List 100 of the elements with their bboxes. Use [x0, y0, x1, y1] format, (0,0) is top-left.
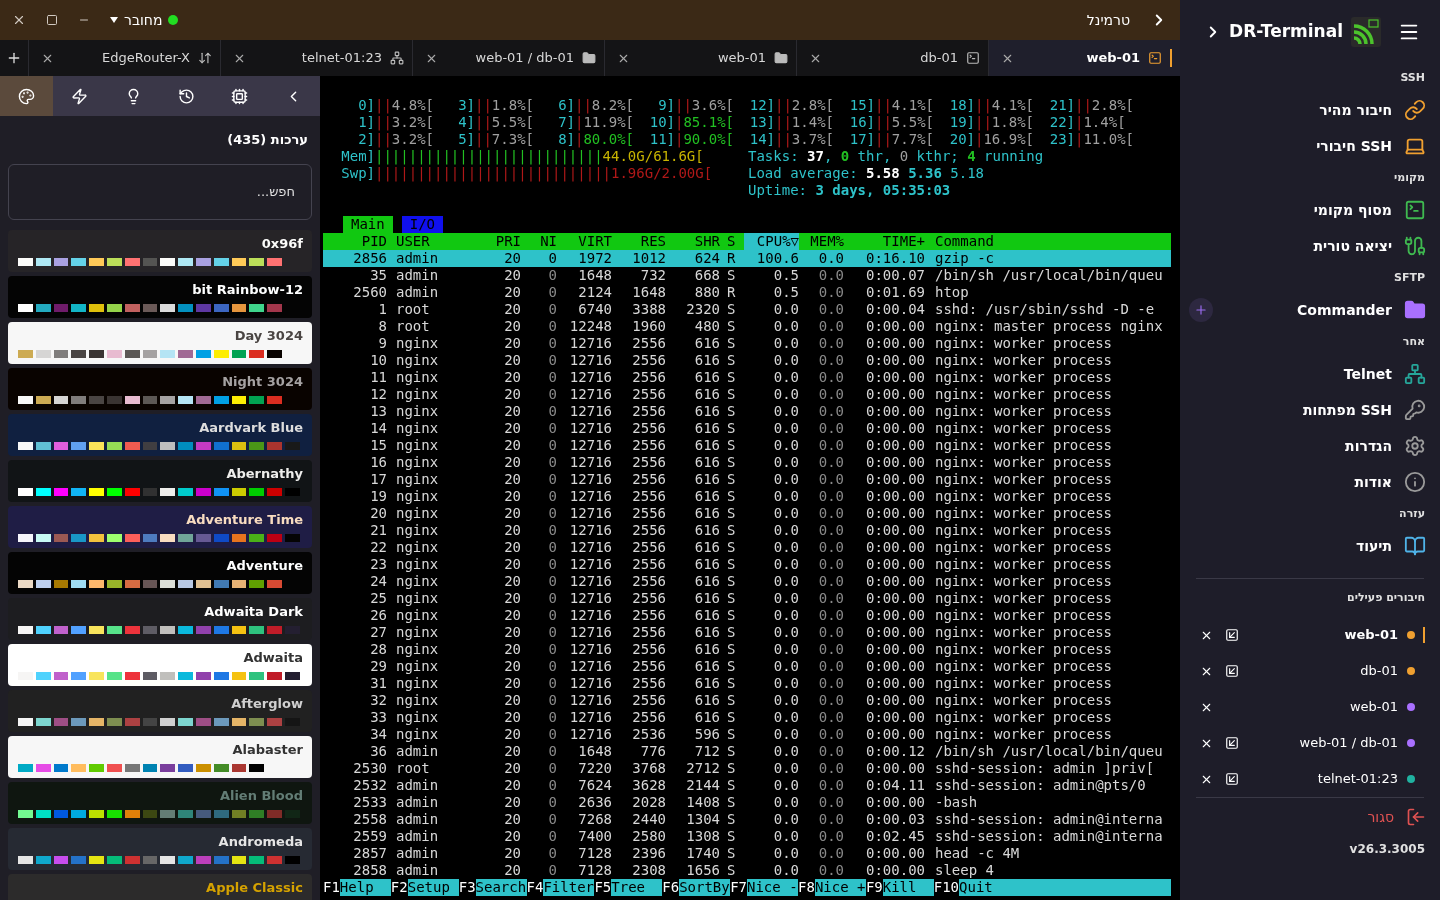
menu-item[interactable]: מסוף מקומי: [1313, 199, 1426, 221]
detach-icon[interactable]: [1225, 772, 1239, 786]
function-label[interactable]: Help: [339, 879, 391, 896]
process-row[interactable]: 35 admin 20 0 1648 732 668 S 0.5 0.0 0:00.07 /bin/sh /usr/local/bin/queu: [323, 267, 1171, 284]
add-icon[interactable]: [6, 50, 22, 66]
theme-card[interactable]: bit Rainbow-12: [8, 275, 312, 318]
menu-item[interactable]: Telnet: [1343, 363, 1426, 385]
status-dropdown[interactable]: מחובר: [110, 9, 179, 31]
column-heading[interactable]: PID: [323, 233, 387, 250]
process-row[interactable]: 26 nginx 20 0 12716 2556 616 S 0.0 0.0 0:00.00 nginx: worker process: [323, 607, 1171, 624]
theme-card[interactable]: Alabaster: [8, 735, 312, 778]
process-row[interactable]: 15 nginx 20 0 12716 2556 616 S 0.0 0.0 0:00.00 nginx: worker process: [323, 437, 1171, 454]
theme-card[interactable]: Adwaita Dark: [8, 597, 312, 640]
process-row[interactable]: 32 nginx 20 0 12716 2556 616 S 0.0 0.0 0:00.00 nginx: worker process: [323, 692, 1171, 709]
process-row[interactable]: 2559 admin 20 0 7400 2580 1308 S 0.0 0.0 0:02.45 sshd-session: admin@interna: [323, 828, 1171, 845]
toolbar-button[interactable]: [0, 76, 54, 116]
process-row[interactable]: 28 nginx 20 0 12716 2556 616 S 0.0 0.0 0:00.00 nginx: worker process: [323, 641, 1171, 658]
process-row[interactable]: 2533 admin 20 0 2636 2028 1408 S 0.0 0.0 0:00.00 -bash: [323, 794, 1171, 811]
theme-card[interactable]: Adventure: [8, 551, 312, 594]
function-label[interactable]: SortBy: [679, 879, 731, 896]
function-label[interactable]: Setup: [407, 879, 459, 896]
function-label[interactable]: Filter: [543, 879, 595, 896]
process-row[interactable]: 9 nginx 20 0 12716 2556 616 S 0.0 0.0 0:00.00 nginx: worker process: [323, 335, 1171, 352]
menu-item[interactable]: הגדרות: [1345, 435, 1426, 457]
process-row[interactable]: 22 nginx 20 0 12716 2556 616 S 0.0 0.0 0:00.00 nginx: worker process: [323, 539, 1171, 556]
connection-item[interactable]: web-01 / db-01: [1180, 725, 1440, 761]
theme-card[interactable]: Andromeda: [8, 827, 312, 870]
process-row[interactable]: 13 nginx 20 0 12716 2556 616 S 0.0 0.0 0:00.00 nginx: worker process: [323, 403, 1171, 420]
menu-item[interactable]: אודות: [1354, 471, 1426, 493]
column-heading[interactable]: TIME+: [844, 233, 925, 250]
connection-item[interactable]: web-01: [1180, 689, 1440, 725]
process-row[interactable]: 17 nginx 20 0 12716 2556 616 S 0.0 0.0 0:00.00 nginx: worker process: [323, 471, 1171, 488]
add-button[interactable]: [1189, 298, 1213, 322]
connection-item[interactable]: telnet-01:23: [1180, 761, 1440, 797]
theme-card[interactable]: Night 3024: [8, 367, 312, 410]
process-row[interactable]: 10 nginx 20 0 12716 2556 616 S 0.0 0.0 0:00.00 nginx: worker process: [323, 352, 1171, 369]
theme-card[interactable]: Afterglow: [8, 689, 312, 732]
theme-card[interactable]: Adwaita: [8, 643, 312, 686]
process-row[interactable]: 19 nginx 20 0 12716 2556 616 S 0.0 0.0 0:00.00 nginx: worker process: [323, 488, 1171, 505]
column-heading[interactable]: VIRT: [557, 233, 612, 250]
maximize-icon[interactable]: [46, 14, 58, 26]
process-row[interactable]: 2560 admin 20 0 2124 1648 880 R 0.5 0.0 0:01.69 htop: [323, 284, 1171, 301]
function-label[interactable]: Nice -: [747, 879, 798, 896]
menu-item[interactable]: Commander: [1297, 299, 1426, 321]
theme-card[interactable]: Alien Blood: [8, 781, 312, 824]
process-row[interactable]: 11 nginx 20 0 12716 2556 616 S 0.0 0.0 0:00.00 nginx: worker process: [323, 369, 1171, 386]
process-row[interactable]: 31 nginx 20 0 12716 2556 616 S 0.0 0.0 0:00.00 nginx: worker process: [323, 675, 1171, 692]
process-row[interactable]: 20 nginx 20 0 12716 2556 616 S 0.0 0.0 0:00.00 nginx: worker process: [323, 505, 1171, 522]
process-row[interactable]: 1 root 20 0 6740 3388 2320 S 0.0 0.0 0:00.04 sshd: /usr/sbin/sshd -D -e: [323, 301, 1171, 318]
process-row[interactable]: 27 nginx 20 0 12716 2556 616 S 0.0 0.0 0:00.00 nginx: worker process: [323, 624, 1171, 641]
theme-card[interactable]: Aardvark Blue: [8, 413, 312, 456]
detach-icon[interactable]: [1225, 664, 1239, 678]
process-row[interactable]: 2532 admin 20 0 7624 3628 2144 S 0.0 0.0 0:04.11 sshd-session: admin@pts/0: [323, 777, 1171, 794]
menu-item[interactable]: יציאה טורית: [1313, 235, 1426, 257]
process-row[interactable]: 2856 admin 20 0 1972 1012 624 R 100.6 0.0 0:16.10 gzip -c: [323, 250, 1171, 267]
close-button[interactable]: סגור: [1180, 798, 1440, 836]
connection-item[interactable]: db-01: [1180, 653, 1440, 689]
process-row[interactable]: 2558 admin 20 0 7268 2440 1304 S 0.0 0.0 0:00.03 sshd-session: admin@interna: [323, 811, 1171, 828]
process-row[interactable]: 23 nginx 20 0 12716 2556 616 S 0.0 0.0 0:00.00 nginx: worker process: [323, 556, 1171, 573]
search-field[interactable]: חפש...: [8, 163, 312, 220]
theme-card[interactable]: Apple Classic: [8, 873, 312, 900]
process-row[interactable]: 2857 admin 20 0 7128 2396 1740 S 0.0 0.0 0:00.00 head -c 4M: [323, 845, 1171, 862]
process-row[interactable]: 25 nginx 20 0 12716 2556 616 S 0.0 0.0 0:00.00 nginx: worker process: [323, 590, 1171, 607]
column-heading[interactable]: NI: [521, 233, 557, 250]
process-row[interactable]: 36 admin 20 0 1648 776 712 S 0.0 0.0 0:00.12 /bin/sh /usr/local/bin/queu: [323, 743, 1171, 760]
process-row[interactable]: 29 nginx 20 0 12716 2556 616 S 0.0 0.0 0:00.00 nginx: worker process: [323, 658, 1171, 675]
function-label[interactable]: Nice +: [814, 879, 866, 896]
function-label[interactable]: Quit: [959, 879, 1171, 896]
process-row[interactable]: 34 nginx 20 0 12716 2536 596 S 0.0 0.0 0:00.00 nginx: worker process: [323, 726, 1171, 743]
process-row[interactable]: 24 nginx 20 0 12716 2556 616 S 0.0 0.0 0:00.00 nginx: worker process: [323, 573, 1171, 590]
column-heading[interactable]: USER: [396, 233, 476, 250]
process-row[interactable]: 2530 root 20 0 7220 3768 2712 S 0.0 0.0 0:00.00 sshd-session: admin ]priv[: [323, 760, 1171, 777]
screen-tab[interactable]: Main: [343, 216, 393, 233]
tab[interactable]: web-01: [988, 40, 1180, 76]
column-heading[interactable]: PRI: [476, 233, 521, 250]
process-row[interactable]: 12 nginx 20 0 12716 2556 616 S 0.0 0.0 0:00.00 nginx: worker process: [323, 386, 1171, 403]
theme-card[interactable]: Day 3024: [8, 321, 312, 364]
process-row[interactable]: 2858 admin 20 0 7128 2308 1656 S 0.0 0.0 0:00.00 sleep 4: [323, 862, 1171, 879]
theme-card[interactable]: Adventure Time: [8, 505, 312, 548]
menu-item[interactable]: חיבור מהיר: [1319, 99, 1426, 121]
process-row[interactable]: 33 nginx 20 0 12716 2556 616 S 0.0 0.0 0:00.00 nginx: worker process: [323, 709, 1171, 726]
process-row[interactable]: 14 nginx 20 0 12716 2556 616 S 0.0 0.0 0:00.00 nginx: worker process: [323, 420, 1171, 437]
close-icon[interactable]: [12, 13, 26, 27]
function-label[interactable]: Tree: [611, 879, 663, 896]
column-heading[interactable]: Command: [935, 233, 1171, 250]
menu-item[interactable]: מפתחות SSH: [1302, 399, 1426, 421]
column-heading[interactable]: S: [727, 233, 744, 250]
column-heading[interactable]: MEM%: [799, 233, 844, 250]
menu-item[interactable]: חיבורי SSH: [1316, 135, 1426, 157]
process-row[interactable]: 21 nginx 20 0 12716 2556 616 S 0.0 0.0 0:00.00 nginx: worker process: [323, 522, 1171, 539]
theme-card[interactable]: 0x96f: [8, 229, 312, 272]
column-heading[interactable]: SHR: [666, 233, 720, 250]
detach-icon[interactable]: [1225, 736, 1239, 750]
function-label[interactable]: Search: [475, 879, 527, 896]
column-heading[interactable]: RES: [612, 233, 666, 250]
process-row[interactable]: 16 nginx 20 0 12716 2556 616 S 0.0 0.0 0:00.00 nginx: worker process: [323, 454, 1171, 471]
menu-item[interactable]: תיעוד: [1355, 535, 1426, 557]
theme-card[interactable]: Abernathy: [8, 459, 312, 502]
connection-item[interactable]: web-01: [1180, 617, 1440, 653]
detach-icon[interactable]: [1225, 628, 1239, 642]
